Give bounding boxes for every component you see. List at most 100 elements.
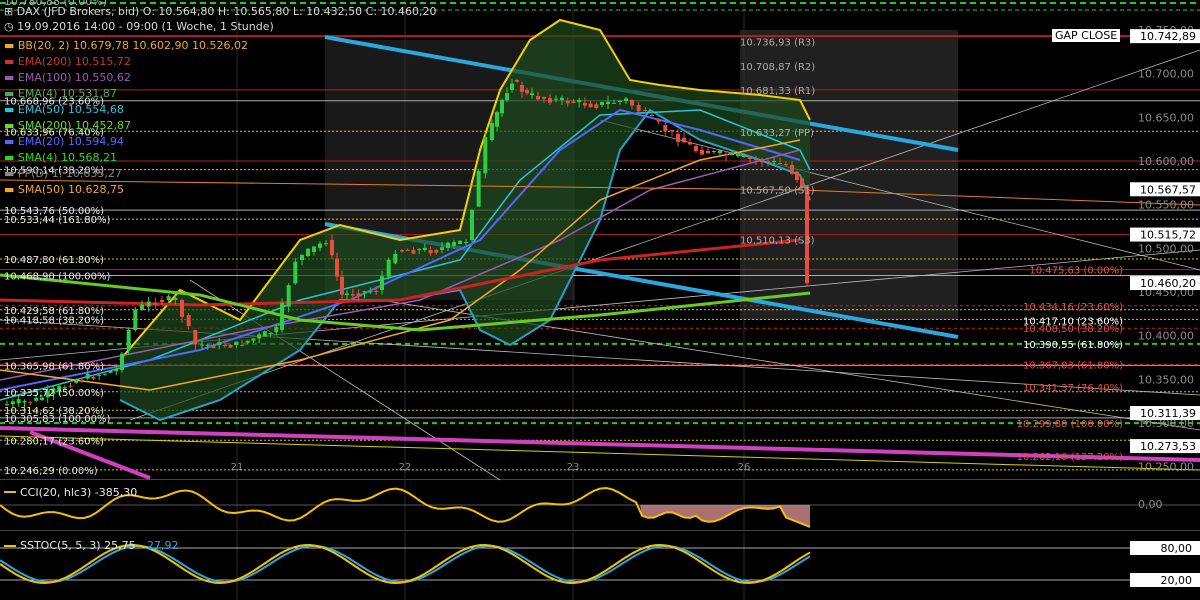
candle-body bbox=[300, 254, 304, 260]
candle-body bbox=[380, 276, 384, 290]
candle-body bbox=[712, 150, 716, 152]
right-fib-label: 10.262,10 (127.20%) bbox=[1017, 452, 1123, 463]
candle-body bbox=[536, 96, 540, 100]
candle-body bbox=[594, 104, 599, 109]
legend-item: ▬ PP(D) 1: 10.633,27 bbox=[4, 167, 122, 180]
axis-tick-label: 10.550,00 bbox=[1138, 199, 1194, 212]
panel-separator bbox=[0, 530, 1200, 531]
candle-body bbox=[636, 105, 641, 112]
candle-body bbox=[490, 122, 494, 140]
candle-body bbox=[411, 250, 416, 254]
candle-body bbox=[464, 241, 468, 243]
candle-body bbox=[205, 344, 210, 346]
candle-body bbox=[393, 253, 398, 264]
candle-body bbox=[446, 242, 450, 248]
candle-body bbox=[80, 380, 84, 381]
candle-body bbox=[217, 342, 222, 345]
legend-item: ▬ EMA(200) 10.515,72 bbox=[4, 55, 131, 68]
candle-body bbox=[505, 93, 509, 100]
candle-body bbox=[724, 154, 728, 156]
candle-body bbox=[618, 100, 622, 102]
candle-body bbox=[126, 329, 131, 350]
candle-body bbox=[548, 98, 552, 103]
right-fib-label: 10.408,50 (38.20%) bbox=[1023, 324, 1123, 335]
candle-body bbox=[778, 163, 782, 164]
candle-body bbox=[16, 399, 21, 404]
candle-body bbox=[515, 80, 519, 82]
candle-body bbox=[114, 369, 119, 372]
candle-body bbox=[374, 290, 379, 293]
candle-body bbox=[234, 341, 239, 345]
left-fib-label: 10.533,44 (161.80%) bbox=[4, 215, 110, 226]
right-fib-label: 10.475,63 (0.00%) bbox=[1029, 266, 1123, 277]
price-tag-label: 10.460,20 bbox=[1140, 277, 1196, 290]
candle-body bbox=[663, 125, 668, 132]
candle-body bbox=[748, 158, 752, 159]
candle-body bbox=[330, 240, 334, 256]
candle-body bbox=[262, 331, 267, 337]
candle-body bbox=[405, 250, 410, 251]
candle-body bbox=[736, 154, 740, 156]
candle-body bbox=[268, 333, 273, 335]
candle-body bbox=[554, 98, 558, 100]
candle-body bbox=[200, 344, 204, 346]
candle-body bbox=[257, 334, 262, 339]
candle-body bbox=[656, 120, 661, 122]
pivot-label: 10.510,13 (S3) bbox=[740, 235, 815, 246]
candle-body bbox=[85, 373, 90, 379]
candle-body bbox=[280, 302, 284, 330]
candle-body bbox=[688, 142, 692, 145]
axis-tick-label: 10.500,00 bbox=[1138, 242, 1194, 255]
candle-body bbox=[386, 259, 391, 277]
candle-body bbox=[760, 160, 764, 163]
candle-body bbox=[160, 300, 164, 302]
candle-body bbox=[458, 240, 462, 244]
legend-item: ▬ SMA(200) 10.452,87 bbox=[4, 119, 131, 132]
axis-tick-label: 10.400,00 bbox=[1138, 330, 1194, 343]
candle-body bbox=[742, 154, 746, 157]
left-fib-label: 10.305,83 (100.00%) bbox=[4, 414, 110, 425]
candle-body bbox=[222, 345, 227, 347]
axis-tick-label: 10.350,00 bbox=[1138, 373, 1194, 386]
date-label: 21 bbox=[231, 462, 244, 473]
candle-body bbox=[186, 315, 191, 327]
candle-body bbox=[312, 246, 316, 252]
candle-body bbox=[345, 293, 349, 295]
panel-separator bbox=[0, 479, 1200, 480]
legend-item: ▬ EMA(100) 10.550,62 bbox=[4, 71, 131, 84]
price-tag-label: 10.515,72 bbox=[1140, 229, 1196, 242]
candle-body bbox=[795, 171, 799, 181]
right-fib-label: 10.341,37 (76.40%) bbox=[1023, 383, 1123, 394]
left-fib-label: 10.468,90 (100.00%) bbox=[4, 271, 110, 282]
candle-body bbox=[133, 309, 138, 330]
candle-body bbox=[74, 380, 79, 383]
candle-body bbox=[440, 247, 444, 250]
legend-item: ▬ BB(20, 2) 10.679,78 10.602,90 10.526,0… bbox=[4, 39, 248, 52]
legend-item: ▬ SMA(4) 10.568,21 bbox=[4, 151, 117, 164]
candle-body bbox=[452, 242, 456, 246]
candle-body bbox=[193, 330, 198, 345]
left-fib-label: 10.418,58 (38.20%) bbox=[4, 315, 104, 326]
candle-body bbox=[588, 103, 593, 108]
candle-body bbox=[240, 345, 244, 346]
gap-zone-area bbox=[740, 30, 958, 320]
candle-body bbox=[140, 304, 144, 310]
candle-body bbox=[228, 345, 233, 348]
candle-body bbox=[274, 326, 279, 333]
candle-body bbox=[400, 250, 404, 252]
candle-body bbox=[571, 101, 576, 104]
pivot-label: 10.633,27 (PP) bbox=[740, 128, 814, 139]
sstoc-upper-label: 80,00 bbox=[1161, 542, 1193, 555]
axis-tick-label: 10.600,00 bbox=[1138, 155, 1194, 168]
candle-body bbox=[318, 243, 322, 248]
left-fib-label: 10.365,98 (61.80%) bbox=[4, 361, 104, 372]
sstoc-d-label: 27,92 bbox=[147, 539, 179, 552]
candle-body bbox=[730, 152, 734, 155]
candle-body bbox=[91, 377, 96, 379]
left-fib-label: 10.246,29 (0.00%) bbox=[4, 466, 98, 477]
candle-body bbox=[754, 159, 758, 160]
candle-body bbox=[356, 293, 361, 297]
candle-body bbox=[676, 134, 680, 142]
candle-body bbox=[428, 250, 433, 254]
pivot-label: 10.567,50 (S1) bbox=[740, 185, 815, 196]
